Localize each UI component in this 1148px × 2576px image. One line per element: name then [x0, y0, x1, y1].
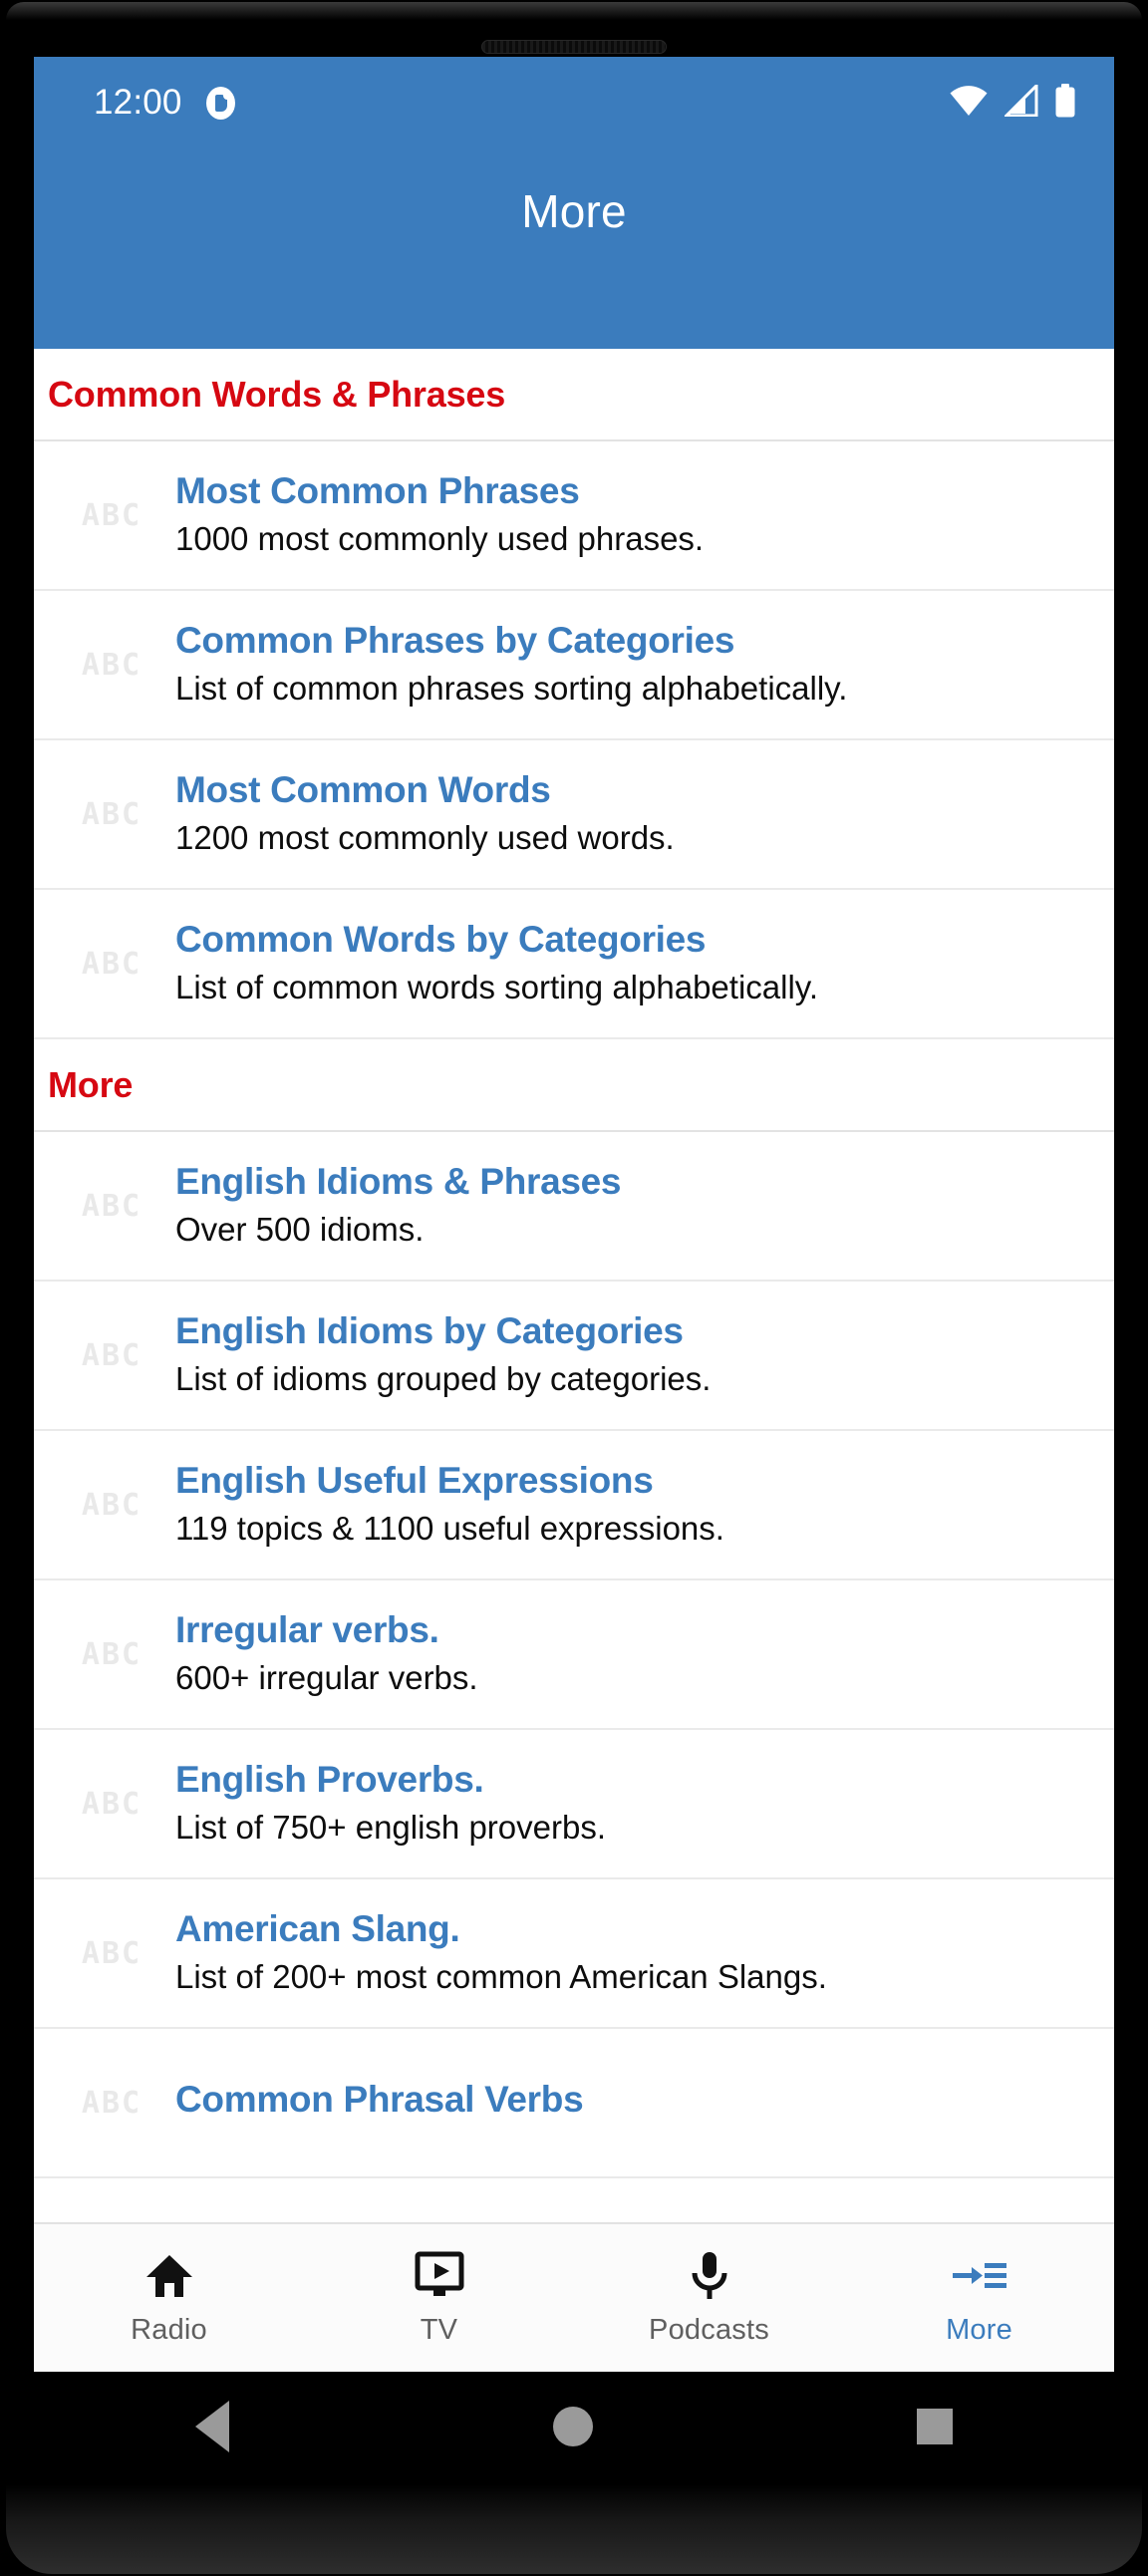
- home-button[interactable]: [552, 2407, 593, 2446]
- tab-label: More: [946, 2313, 1012, 2346]
- tab-podcasts[interactable]: Podcasts: [574, 2250, 844, 2347]
- list-item-title: American Slang.: [175, 1907, 460, 1949]
- list-item-title: Common Phrasal Verbs: [175, 2079, 584, 2121]
- list-item-subtitle: List of common phrases sorting alphabeti…: [175, 670, 848, 708]
- list-item-irregular-verbs[interactable]: ABC Irregular verbs. 600+ irregular verb…: [34, 1580, 1114, 1730]
- tab-more[interactable]: More: [844, 2250, 1114, 2347]
- wifi-icon: [949, 85, 989, 122]
- list-item-common-words-by-categories[interactable]: ABC Common Words by Categories List of c…: [34, 890, 1114, 1039]
- arrow-into-list-icon: [952, 2250, 1007, 2302]
- tab-tv[interactable]: TV: [304, 2250, 574, 2347]
- list-item-title: English Useful Expressions: [175, 1459, 654, 1501]
- status-bar-left: 12:00: [94, 83, 237, 123]
- abc-icon: ABC: [81, 1337, 143, 1373]
- list-item-subtitle: 1000 most commonly used phrases.: [175, 520, 705, 558]
- list-item-english-idioms-phrases[interactable]: ABC English Idioms & Phrases Over 500 id…: [34, 1132, 1114, 1282]
- section-header-more: More: [34, 1039, 1114, 1132]
- list-item-subtitle: List of 200+ most common American Slangs…: [175, 1958, 827, 1996]
- abc-icon: ABC: [81, 796, 143, 832]
- list-item-english-idioms-by-categories[interactable]: ABC English Idioms by Categories List of…: [34, 1282, 1114, 1431]
- abc-icon: ABC: [81, 497, 143, 533]
- list-item-title: Irregular verbs.: [175, 1608, 439, 1650]
- abc-icon: ABC: [81, 1487, 143, 1523]
- list-item-most-common-words[interactable]: ABC Most Common Words 1200 most commonly…: [34, 740, 1114, 890]
- list-item-common-phrases-by-categories[interactable]: ABC Common Phrases by Categories List of…: [34, 591, 1114, 740]
- tab-radio[interactable]: Radio: [34, 2250, 304, 2347]
- list-item-subtitle: List of idioms grouped by categories.: [175, 1360, 712, 1398]
- bezel-bottom-highlight: [6, 2484, 1142, 2574]
- abc-icon: ABC: [81, 647, 143, 683]
- list-item-american-slang[interactable]: ABC American Slang. List of 200+ most co…: [34, 1879, 1114, 2029]
- list-item-title: Most Common Phrases: [175, 469, 580, 511]
- list-item-most-common-phrases[interactable]: ABC Most Common Phrases 1000 most common…: [34, 441, 1114, 591]
- bezel-top-highlight: [6, 2, 1142, 20]
- status-clock: 12:00: [94, 83, 182, 122]
- abc-icon: ABC: [81, 2085, 143, 2121]
- list-item-english-proverbs[interactable]: ABC English Proverbs. List of 750+ engli…: [34, 1730, 1114, 1879]
- android-navigation-bar: [34, 2372, 1114, 2481]
- list-item-title: English Idioms & Phrases: [175, 1160, 622, 1202]
- list-item-subtitle: 600+ irregular verbs.: [175, 1659, 478, 1697]
- abc-icon: ABC: [81, 1935, 143, 1971]
- tv-icon: [414, 2250, 465, 2302]
- section-header-common-words-phrases: Common Words & Phrases: [34, 349, 1114, 441]
- status-bar-right: [949, 81, 1076, 123]
- list-item-subtitle: List of common words sorting alphabetica…: [175, 969, 819, 1006]
- bottom-tab-bar: Radio TV Podcasts More: [34, 2222, 1114, 2372]
- list-item-subtitle: Over 500 idioms.: [175, 1211, 425, 1249]
- back-button[interactable]: [195, 2401, 230, 2452]
- alarm-icon: [204, 86, 237, 120]
- list-item-title: Common Words by Categories: [175, 918, 707, 960]
- more-list: Common Words & Phrases ABC Most Common P…: [34, 349, 1114, 2178]
- abc-icon: ABC: [81, 1786, 143, 1822]
- list-item-common-phrasal-verbs[interactable]: ABC Common Phrasal Verbs: [34, 2029, 1114, 2178]
- list-item-english-useful-expressions[interactable]: ABC English Useful Expressions 119 topic…: [34, 1431, 1114, 1580]
- list-item-title: Most Common Words: [175, 768, 551, 810]
- tab-label: Radio: [131, 2313, 207, 2346]
- abc-icon: ABC: [81, 1636, 143, 1672]
- recents-button[interactable]: [916, 2409, 953, 2444]
- cellular-signal-icon: [1003, 81, 1038, 122]
- home-icon: [144, 2250, 194, 2302]
- list-item-subtitle: 1200 most commonly used words.: [175, 819, 675, 857]
- list-item-title: English Idioms by Categories: [175, 1309, 684, 1351]
- list-item-subtitle: List of 750+ english proverbs.: [175, 1809, 607, 1847]
- app-bar: 12:00 More: [34, 57, 1114, 349]
- tab-label: TV: [420, 2313, 458, 2346]
- list-item-title: English Proverbs.: [175, 1758, 484, 1800]
- microphone-icon: [689, 2250, 730, 2302]
- earpiece-speaker-grille: [481, 40, 667, 54]
- status-bar: 12:00: [34, 57, 1114, 148]
- abc-icon: ABC: [81, 1188, 143, 1224]
- list-item-title: Common Phrases by Categories: [175, 619, 735, 661]
- battery-icon: [1054, 83, 1076, 123]
- phone-screen: 12:00 More Common Words & Phrases ABC Mo…: [34, 57, 1114, 2372]
- tab-label: Podcasts: [649, 2313, 769, 2346]
- page-title: More: [521, 185, 627, 237]
- phone-device-frame: 12:00 More Common Words & Phrases ABC Mo…: [0, 0, 1148, 2576]
- abc-icon: ABC: [81, 946, 143, 982]
- list-item-subtitle: 119 topics & 1100 useful expressions.: [175, 1510, 724, 1548]
